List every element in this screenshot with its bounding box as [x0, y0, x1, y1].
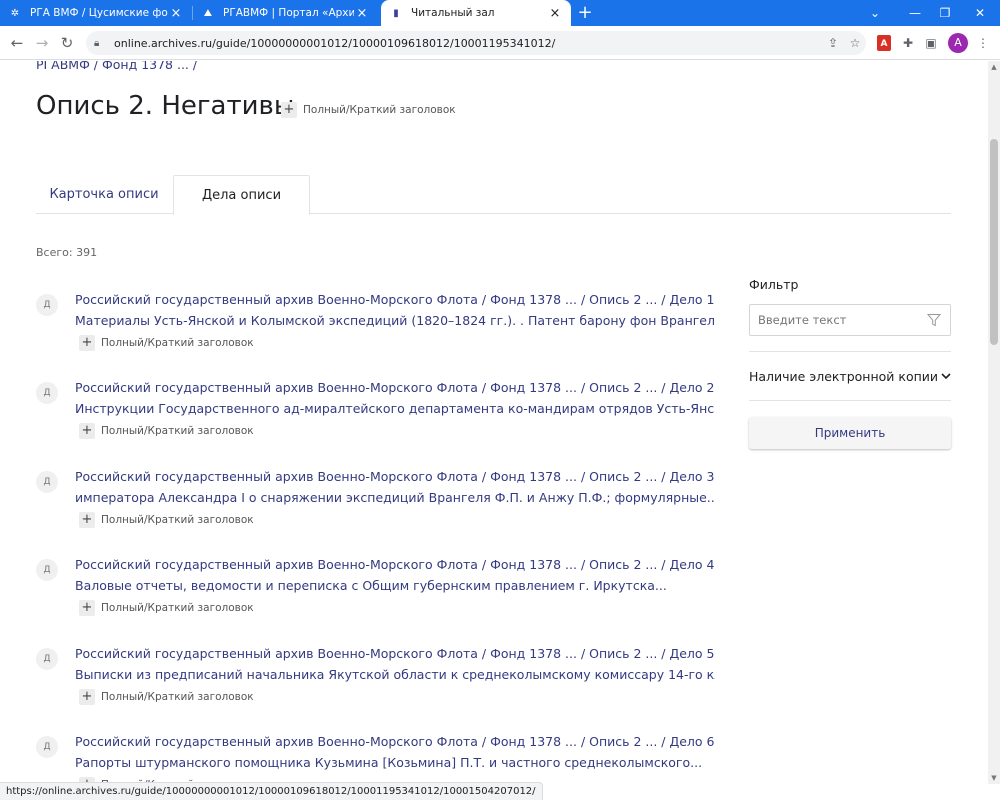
- close-window-icon[interactable]: ✕: [960, 0, 1000, 26]
- close-tab-icon[interactable]: ×: [168, 6, 184, 21]
- close-tab-icon[interactable]: ×: [354, 6, 370, 21]
- scroll-up-icon[interactable]: ▲: [988, 61, 1000, 73]
- page-title: Опись 2. Негативы: [36, 91, 295, 121]
- forward-icon[interactable]: →: [31, 32, 53, 54]
- browser-tab-3-active[interactable]: ▮ Читальный зал ×: [381, 0, 571, 26]
- lock-icon: 🔒︎: [94, 37, 100, 49]
- file-type-badge: Д: [36, 559, 58, 581]
- entry-title-link[interactable]: Российский государственный архив Военно-…: [75, 643, 715, 685]
- snowflake-favicon-icon: ✲: [10, 7, 20, 19]
- breadcrumb[interactable]: РГАВМФ / Фонд 1378 ... /: [36, 61, 197, 72]
- plus-icon: +: [79, 689, 95, 705]
- share-icon[interactable]: ⇪: [822, 36, 844, 50]
- pdf-extension-icon[interactable]: A: [877, 35, 891, 51]
- browser-toolbar: ← → ↻ 🔒︎ online.archives.ru/guide/100000…: [0, 26, 1000, 60]
- toggle-label: Полный/Краткий заголовок: [101, 602, 254, 614]
- profile-avatar[interactable]: A: [948, 33, 968, 53]
- bookmark-star-icon[interactable]: ☆: [844, 36, 866, 50]
- entry-title-line: Российский государственный архив Военно-…: [75, 469, 715, 484]
- entry-full-short-toggle[interactable]: + Полный/Краткий заголовок: [79, 600, 254, 616]
- apply-button[interactable]: Применить: [749, 417, 951, 449]
- toggle-label: Полный/Краткий заголовок: [101, 337, 254, 349]
- entry-title-link[interactable]: Российский государственный архив Военно-…: [75, 731, 715, 773]
- title-full-short-toggle[interactable]: + Полный/Краткий заголовок: [281, 102, 456, 118]
- entry-full-short-toggle[interactable]: + Полный/Краткий заголовок: [79, 689, 254, 705]
- entry-title-link[interactable]: Российский государственный архив Военно-…: [75, 289, 715, 331]
- toggle-label: Полный/Краткий заголовок: [303, 104, 456, 116]
- address-bar[interactable]: 🔒︎ online.archives.ru/guide/100000000010…: [86, 31, 866, 55]
- filter-text-input[interactable]: Введите текст: [749, 304, 951, 336]
- tab-inventory-card[interactable]: Карточка описи: [36, 175, 172, 214]
- filter-sidebar: Фильтр Введите текст Наличие электронной…: [749, 277, 951, 449]
- entry-title-line: Российский государственный архив Военно-…: [75, 380, 715, 395]
- entry-title-line: Материалы Усть-Янской и Колымской экспед…: [75, 313, 715, 328]
- status-bar-url: https://online.archives.ru/guide/1000000…: [0, 782, 543, 800]
- plus-icon: +: [79, 512, 95, 528]
- book-favicon-icon: ▮: [393, 7, 399, 19]
- entry-title-line: Выписки из предписаний начальника Якутск…: [75, 667, 715, 682]
- file-type-badge: Д: [36, 471, 58, 493]
- tab-title: РГА ВМФ / Цусимские форумы: [30, 7, 168, 19]
- extensions-puzzle-icon[interactable]: ✚: [899, 34, 917, 52]
- file-type-badge: Д: [36, 382, 58, 404]
- reload-icon[interactable]: ↻: [56, 32, 78, 54]
- tab-title: Читальный зал: [411, 7, 495, 19]
- entry-full-short-toggle[interactable]: + Полный/Краткий заголовок: [79, 335, 254, 351]
- tab-title: РГАВМФ | Портал «Архивы Рос: [223, 7, 354, 19]
- entry-title-line: Рапорты штурманского помощника Кузьмина …: [75, 755, 703, 770]
- toggle-label: Полный/Краткий заголовок: [101, 691, 254, 703]
- divider: [749, 400, 951, 401]
- entry-title-link[interactable]: Российский государственный архив Военно-…: [75, 377, 715, 419]
- electronic-copy-dropdown[interactable]: Наличие электронной копии: [749, 352, 951, 400]
- entry-title-link[interactable]: Российский государственный архив Военно-…: [75, 466, 715, 508]
- toggle-label: Полный/Краткий заголовок: [101, 514, 254, 526]
- page-tabs: Карточка описи Дела описи: [36, 175, 951, 215]
- page-scrollbar[interactable]: ▲ ▼: [988, 61, 1000, 784]
- browser-tab-2[interactable]: ⛰ РГАВМФ | Портал «Архивы Рос ×: [193, 0, 378, 26]
- side-panel-icon[interactable]: ▣: [922, 34, 940, 52]
- plus-icon: +: [79, 335, 95, 351]
- file-type-badge: Д: [36, 736, 58, 758]
- back-icon[interactable]: ←: [6, 32, 28, 54]
- filter-placeholder: Введите текст: [758, 313, 847, 327]
- entry-title-line: Инструкции Государственного ад-миралтейс…: [75, 401, 715, 416]
- chevron-down-icon: [941, 373, 951, 380]
- ecopy-label: Наличие электронной копии: [749, 368, 939, 384]
- entry-title-line: Российский государственный архив Военно-…: [75, 557, 715, 572]
- browser-tab-strip: ✲ РГА ВМФ / Цусимские форумы × ⛰ РГАВМФ …: [0, 0, 1000, 26]
- total-count: Всего: 391: [36, 246, 98, 259]
- new-tab-button[interactable]: +: [575, 3, 595, 23]
- entry-full-short-toggle[interactable]: + Полный/Краткий заголовок: [79, 512, 254, 528]
- entry-full-short-toggle[interactable]: + Полный/Краткий заголовок: [79, 423, 254, 439]
- scroll-down-icon[interactable]: ▼: [988, 772, 1000, 784]
- page-content: РГАВМФ / Фонд 1378 ... / Опись 2. Негати…: [0, 61, 988, 784]
- file-type-badge: Д: [36, 294, 58, 316]
- close-tab-icon[interactable]: ×: [547, 6, 563, 21]
- plus-icon: +: [79, 600, 95, 616]
- entry-title-line: Российский государственный архив Военно-…: [75, 292, 715, 307]
- archive-favicon-icon: ⛰: [203, 7, 213, 19]
- file-type-badge: Д: [36, 648, 58, 670]
- plus-icon: +: [79, 423, 95, 439]
- funnel-filter-icon[interactable]: [927, 313, 941, 327]
- toggle-label: Полный/Краткий заголовок: [101, 425, 254, 437]
- entry-title-line: Валовые отчеты, ведомости и переписка с …: [75, 578, 667, 593]
- tab-search-icon[interactable]: ⌄: [855, 0, 895, 26]
- tab-inventory-files[interactable]: Дела описи: [173, 175, 310, 215]
- entry-title-line: Российский государственный архив Военно-…: [75, 734, 715, 749]
- restore-icon[interactable]: ❐: [925, 0, 965, 26]
- entry-title-line: Российский государственный архив Военно-…: [75, 646, 715, 661]
- plus-icon: +: [281, 102, 297, 118]
- entry-title-line: императора Александра I о снаряжении экс…: [75, 490, 715, 505]
- scrollbar-thumb[interactable]: [990, 139, 998, 345]
- menu-kebab-icon[interactable]: ⋮: [974, 34, 992, 52]
- filter-heading: Фильтр: [749, 277, 799, 292]
- url-text[interactable]: online.archives.ru/guide/10000000001012/…: [114, 37, 822, 50]
- entry-title-link[interactable]: Российский государственный архив Военно-…: [75, 554, 715, 596]
- browser-tab-1[interactable]: ✲ РГА ВМФ / Цусимские форумы ×: [0, 0, 192, 26]
